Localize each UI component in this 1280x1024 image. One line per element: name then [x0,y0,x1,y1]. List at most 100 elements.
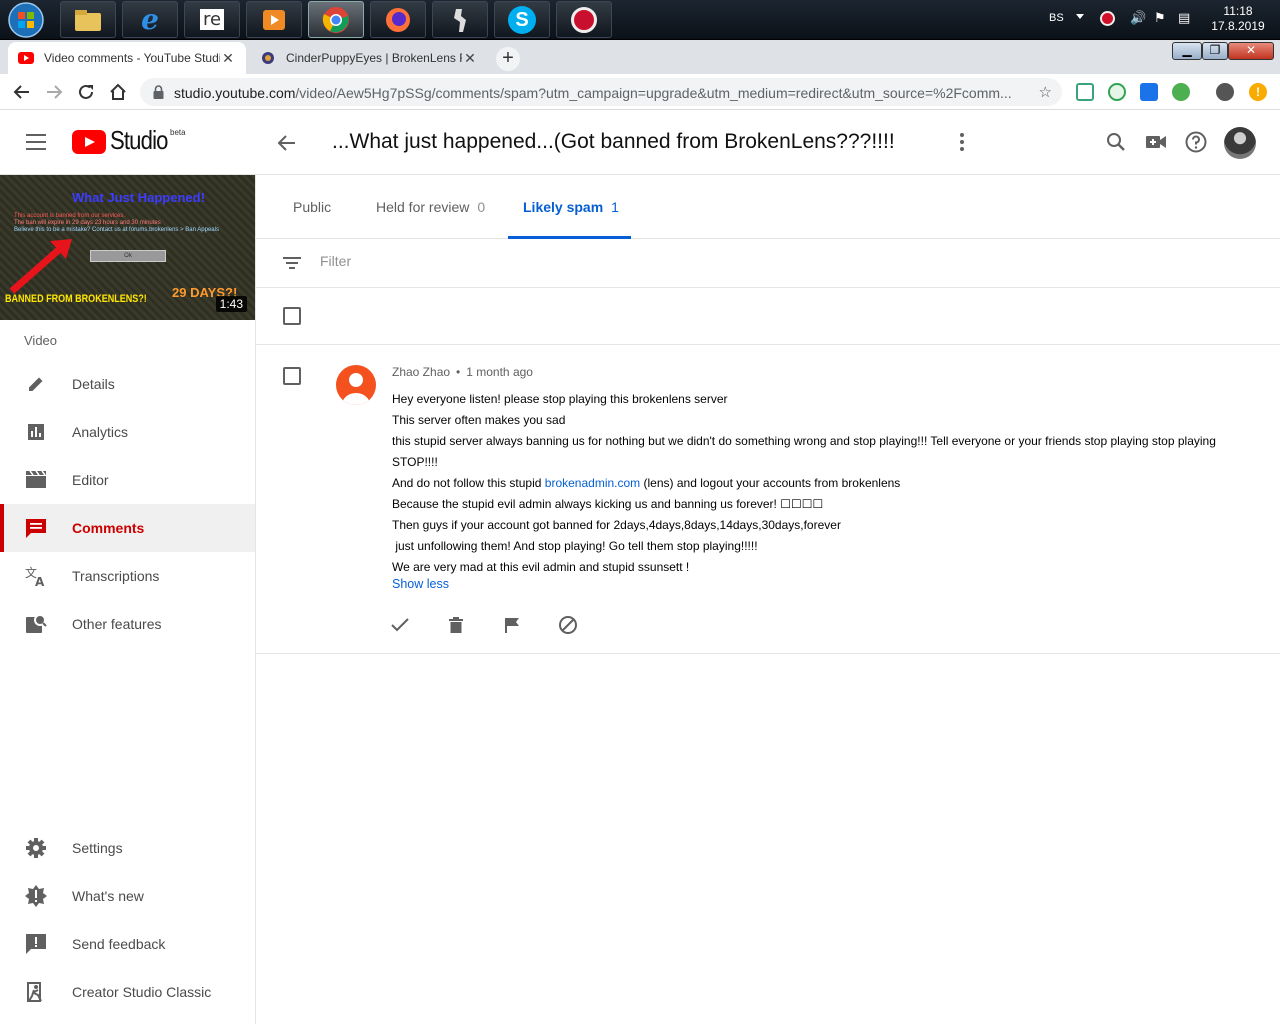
filter-input[interactable] [320,253,820,269]
comment-checkbox[interactable] [283,367,301,385]
comment-line-suffix: (lens) and logout your accounts from bro… [640,476,901,490]
browser-tab-brokenlens[interactable]: CinderPuppyEyes | BrokenLens Forum ✕ [250,42,488,74]
comment-author-avatar[interactable] [336,365,376,405]
more-options-icon[interactable] [954,132,970,157]
url-text[interactable]: studio.youtube.com/video/Aew5Hg7pSSg/com… [174,85,1024,101]
bookmark-star-icon[interactable]: ☆ [1039,83,1052,101]
sidebar-item-analytics[interactable]: Analytics [0,408,255,456]
sidebar-item-transcriptions[interactable]: 文A Transcriptions [0,552,255,600]
profile-avatar-icon[interactable] [1216,83,1234,101]
youtube-logo-icon[interactable] [72,130,106,154]
approve-icon[interactable] [388,613,412,637]
language-indicator[interactable]: BS [1049,12,1064,24]
studio-logo-text[interactable]: Studio [110,125,168,156]
volume-icon[interactable]: 🔊 [1130,10,1146,26]
red-arrow-icon [9,239,72,294]
home-button[interactable] [108,82,128,102]
sidebar-item-whats-new[interactable]: What's new [0,872,255,920]
report-flag-icon[interactable] [500,613,524,637]
comment-meta: Zhao Zhao • 1 month ago [392,365,533,379]
sidebar-item-details[interactable]: Details [0,360,255,408]
extension-icon[interactable] [1076,83,1094,101]
taskbar-counter-strike[interactable] [432,1,488,38]
tray-expand-icon[interactable] [1076,14,1084,19]
account-avatar[interactable] [1224,127,1256,159]
taskbar-file-explorer[interactable] [60,1,116,38]
lock-icon[interactable] [153,85,164,104]
sidebar-item-send-feedback[interactable]: Send feedback [0,920,255,968]
delete-icon[interactable] [444,613,468,637]
system-tray: BS 🔊 ⚑ ▤ 11:18 17.8.2019 [1040,0,1280,40]
taskbar-firefox[interactable] [370,1,426,38]
browser-tab-youtube-studio[interactable]: Video comments - YouTube Studio ✕ [8,42,246,74]
comment-line: Then guys if your account got banned for… [392,518,841,532]
address-bar[interactable]: studio.youtube.com/video/Aew5Hg7pSSg/com… [140,78,1062,106]
hide-user-icon[interactable] [556,613,580,637]
thumbnail-banned-caption: BANNED FROM BROKENLENS?! [5,293,147,305]
taskbar-chrome[interactable] [308,1,364,38]
comment-link[interactable]: brokenadmin.com [545,476,640,490]
comment-line: this stupid server always banning us for… [392,434,1216,469]
comment-author[interactable]: Zhao Zhao [392,365,450,379]
tab-held-for-review[interactable]: Held for review 0 [376,175,485,239]
browser-toolbar: studio.youtube.com/video/Aew5Hg7pSSg/com… [0,74,1280,110]
sidebar-item-editor[interactable]: Editor [0,456,255,504]
video-duration-badge: 1:43 [215,296,247,312]
browser-tab-title: Video comments - YouTube Studio [44,51,220,65]
clock-date: 17.8.2019 [1211,19,1265,33]
action-center-flag-icon[interactable]: ⚑ [1154,10,1166,26]
search-icon[interactable] [1104,130,1128,154]
record-tray-icon[interactable] [1100,11,1115,26]
help-icon[interactable] [1184,130,1208,154]
extension-icon[interactable] [1108,83,1126,101]
comments-main: Public Held for review 0 Likely spam 1 Z… [256,175,1280,1024]
sidebar-item-settings[interactable]: Settings [0,824,255,872]
tab-public[interactable]: Public [293,175,331,239]
minimize-window-button[interactable]: ▁ [1172,42,1202,60]
svg-text:A: A [35,575,45,587]
new-tab-button[interactable]: + [496,47,520,71]
page-title: ...What just happened...(Got banned from… [332,130,895,153]
taskbar-internet-explorer[interactable]: e [122,1,178,38]
taskbar-recorder-app[interactable] [556,1,612,38]
home-icon [110,83,126,100]
comment-line: And do not follow this stupid brokenadmi… [392,473,1252,494]
sidebar-item-label: Settings [72,840,123,856]
browser-tab-title: CinderPuppyEyes | BrokenLens Forum [286,51,462,65]
close-tab-icon[interactable]: ✕ [220,50,236,67]
clock[interactable]: 11:18 17.8.2019 [1208,4,1268,34]
extension-icon[interactable] [1172,83,1190,101]
comment-line: Hey everyone listen! please stop playing… [392,392,728,406]
back-to-videos-button[interactable] [276,132,298,159]
sidebar-item-other-features[interactable]: Other features [0,600,255,648]
meta-separator: • [456,365,461,379]
thumbnail-line: This account is banned from our services… [14,213,126,219]
close-window-button[interactable]: ✕ [1228,42,1274,60]
sidebar-item-label: Details [72,376,115,392]
extension-icon[interactable] [1140,83,1158,101]
select-all-checkbox[interactable] [283,307,301,325]
start-button[interactable] [4,1,48,39]
restore-window-button[interactable]: ❐ [1202,42,1228,60]
translate-icon: 文A [24,564,48,588]
comment-time[interactable]: 1 month ago [466,365,533,379]
sidebar-item-comments[interactable]: Comments [0,504,255,552]
sidebar: What Just Happened! This account is bann… [0,175,256,1024]
network-icon[interactable]: ▤ [1178,10,1190,26]
taskbar-regedit-app[interactable]: re [184,1,240,38]
show-less-link[interactable]: Show less [392,577,449,591]
taskbar-skype[interactable]: S [494,1,550,38]
video-thumbnail[interactable]: What Just Happened! This account is bann… [0,175,255,320]
forward-button[interactable] [44,82,64,102]
back-button[interactable] [12,82,32,102]
sidebar-item-creator-studio-classic[interactable]: Creator Studio Classic [0,968,255,1016]
create-video-icon[interactable] [1144,130,1168,154]
update-alert-icon[interactable]: ! [1249,83,1267,101]
filter-icon[interactable] [282,255,302,276]
brokenlens-favicon-icon [260,50,276,66]
taskbar-media-player[interactable] [246,1,302,38]
reload-button[interactable] [76,82,96,102]
menu-icon[interactable] [26,134,46,150]
close-tab-icon[interactable]: ✕ [462,50,478,67]
tab-likely-spam[interactable]: Likely spam 1 [508,175,631,239]
